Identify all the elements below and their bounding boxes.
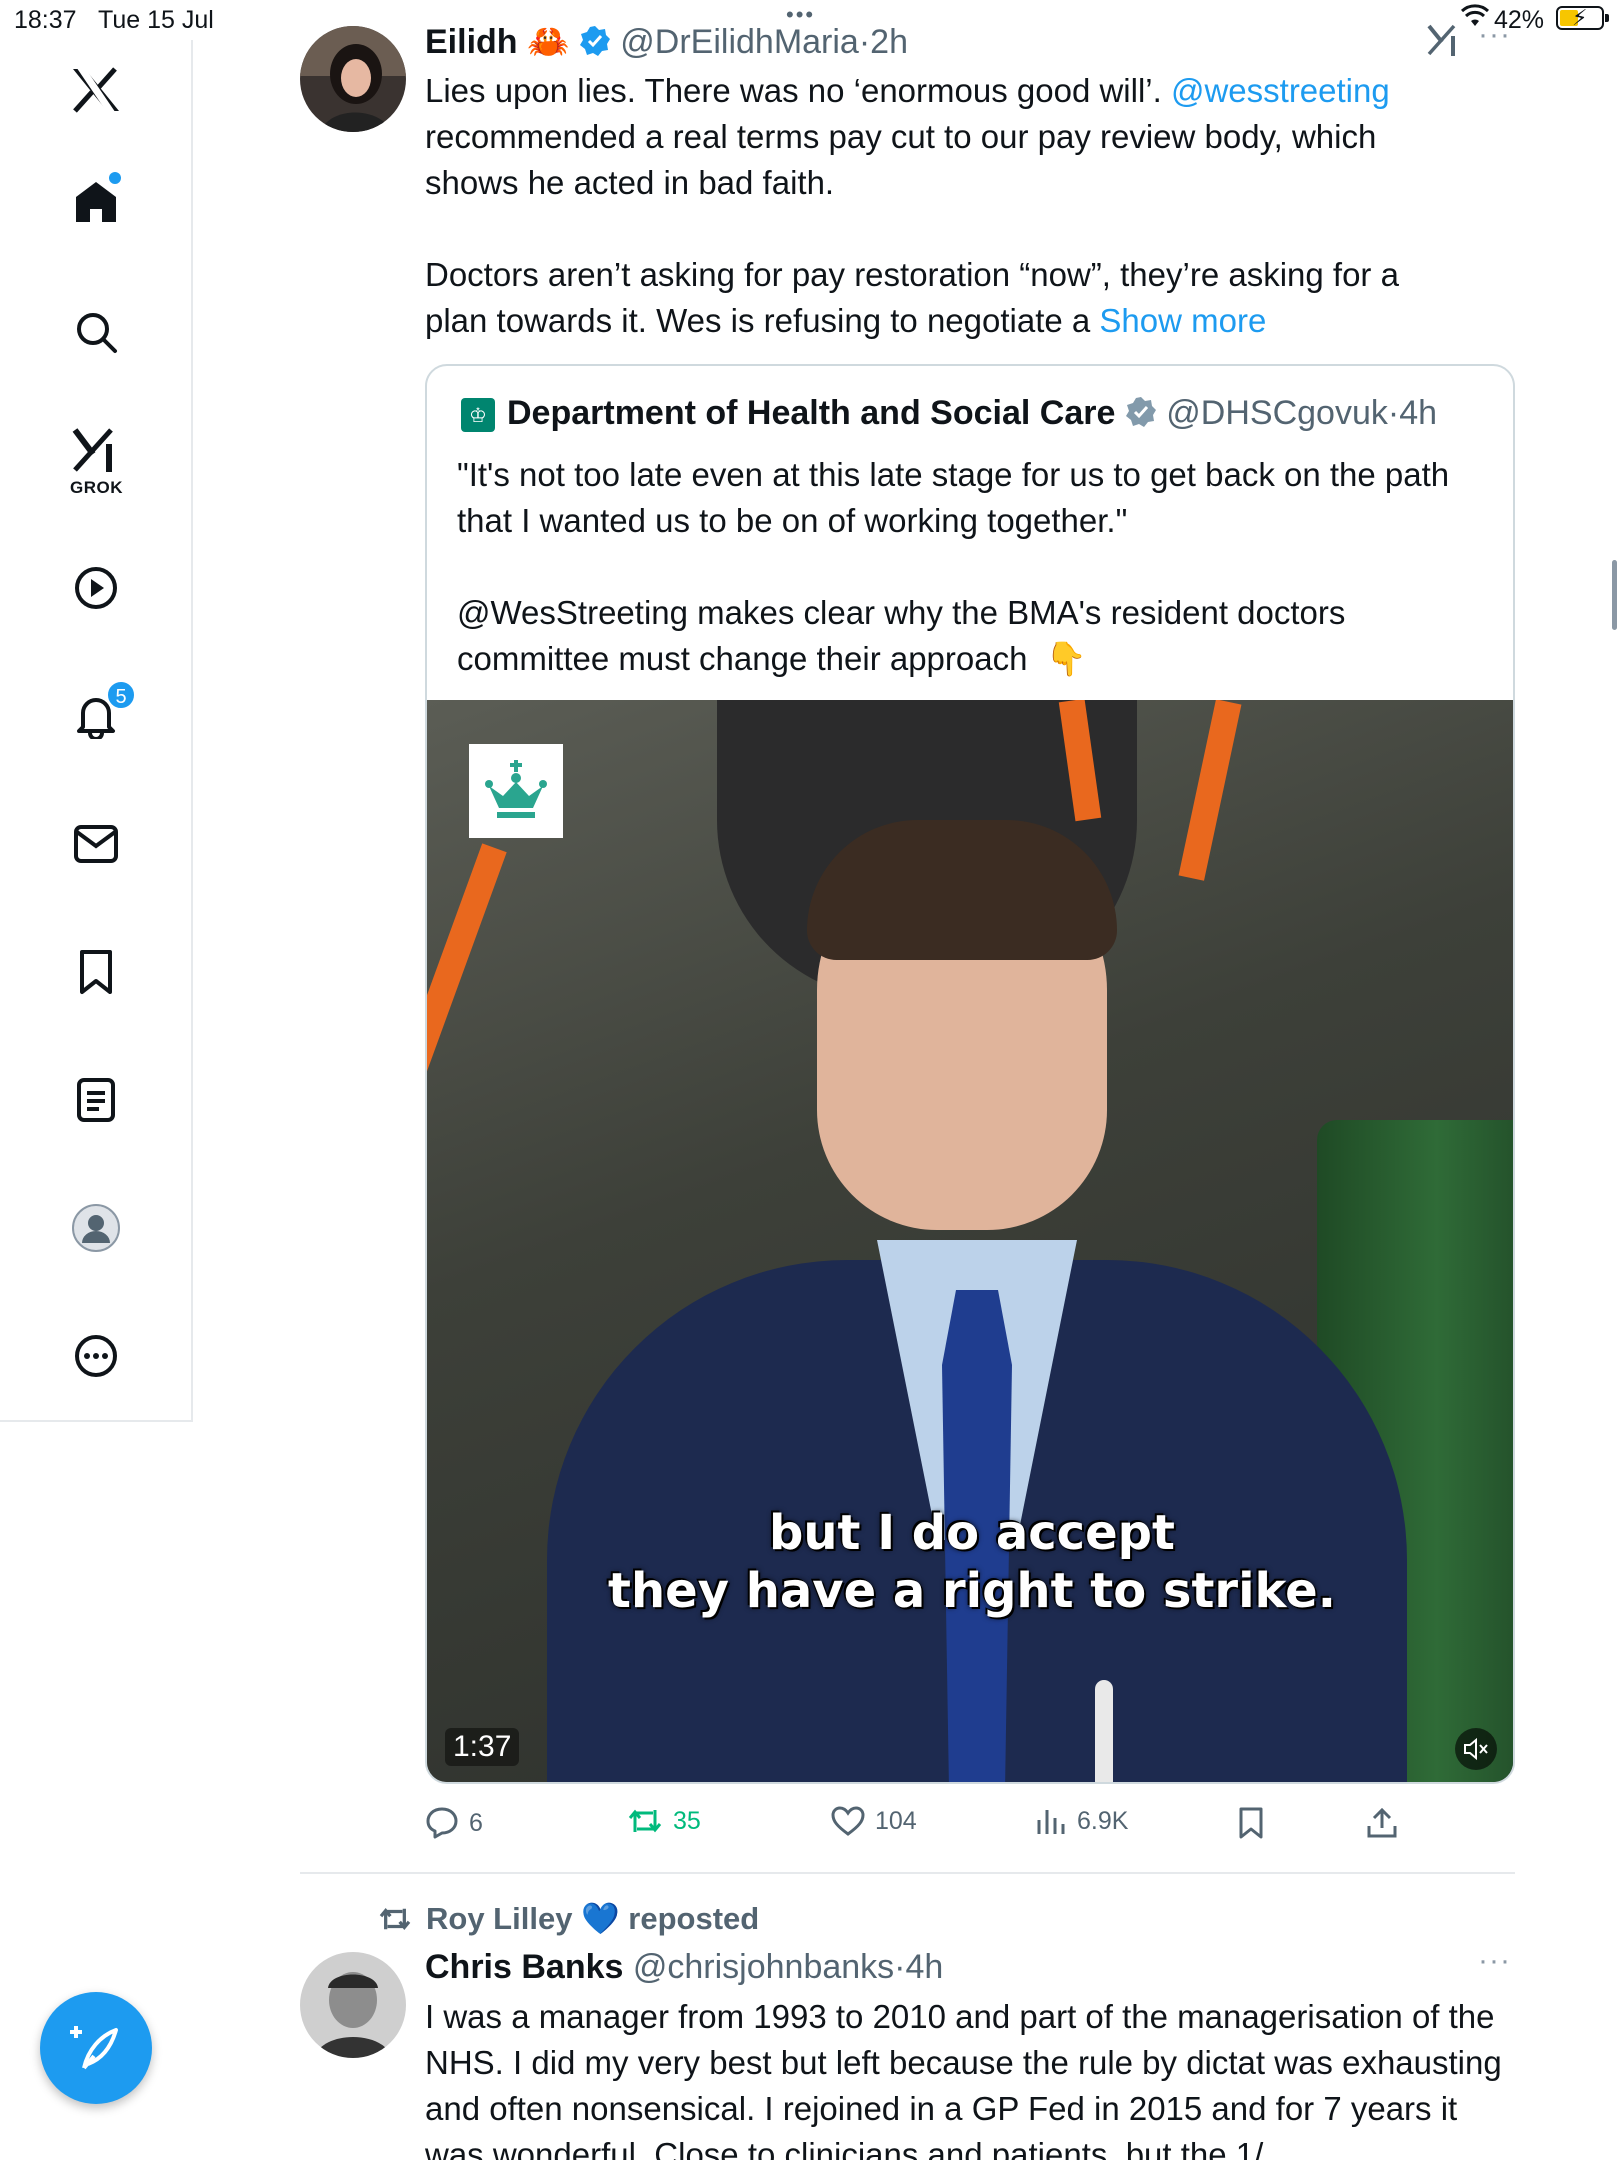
bookmark-button[interactable]: [1237, 1806, 1275, 1840]
tweet2-text: I was a manager from 1993 to 2010 and pa…: [425, 1998, 1502, 2160]
like-count: 104: [875, 1806, 917, 1835]
video-player[interactable]: but I do accept they have a right to str…: [427, 700, 1513, 1782]
tweet1-header: Eilidh 🦀 @DrEilidhMaria·2h: [425, 22, 908, 62]
x-logo-icon[interactable]: [56, 50, 136, 130]
tweet2-handle[interactable]: @chrisjohnbanks: [633, 1948, 894, 1986]
tweet1-handle[interactable]: @DrEilidhMaria: [620, 23, 859, 61]
scroll-indicator[interactable]: [1612, 560, 1617, 630]
avatar-eilidh[interactable]: [300, 26, 406, 132]
reply-count: 6: [469, 1808, 483, 1837]
tweet2-header: Chris Banks @chrisjohnbanks·4h: [425, 1948, 943, 1987]
home-unread-dot: [109, 172, 121, 184]
avatar-chris-banks[interactable]: [300, 1952, 406, 2058]
video-caption-line2: they have a right to strike.: [608, 1563, 1336, 1619]
tweet1-text-p2: Doctors aren’t asking for pay restoratio…: [425, 252, 1465, 344]
show-more-link[interactable]: Show more: [1099, 302, 1266, 339]
tweet1-text-part2: recommended a real terms pay cut to our …: [425, 118, 1377, 201]
battery-icon: ⚡: [1556, 5, 1609, 30]
video-caption-line1: but I do accept: [769, 1505, 1175, 1561]
reply-button[interactable]: 6: [425, 1806, 483, 1840]
tweet2-sep: ·: [894, 1948, 906, 1986]
quote-header: Department of Health and Social Care @DH…: [507, 394, 1437, 433]
reposted-by-name[interactable]: Roy Lilley: [426, 1901, 572, 1937]
more-icon[interactable]: [56, 1316, 136, 1396]
gray-verified-badge-icon: [1125, 394, 1157, 432]
tweet1-author-name[interactable]: Eilidh: [425, 23, 518, 61]
microphone: [1095, 1680, 1113, 1782]
compose-post-button[interactable]: [40, 1992, 152, 2104]
notifications-icon[interactable]: 5: [56, 676, 136, 756]
status-time: 18:37: [14, 6, 77, 34]
tweet-divider: [300, 1872, 1515, 1874]
quoted-tweet-card[interactable]: ♔ Department of Health and Social Care @…: [425, 364, 1515, 1784]
grok-label: GROK: [70, 478, 123, 497]
tweet2-author-name[interactable]: Chris Banks: [425, 1948, 623, 1986]
quote-author-name[interactable]: Department of Health and Social Care: [507, 394, 1115, 432]
tweet1-actions: 6 35 104 6.9K: [425, 1806, 1515, 1850]
quote-time[interactable]: 4h: [1399, 394, 1437, 432]
video-icon[interactable]: [56, 548, 136, 628]
pointing-down-emoji: 👇: [1045, 640, 1087, 677]
crab-emoji: 🦀: [527, 23, 570, 61]
sidebar-divider: [0, 1420, 193, 1422]
tweet1-more-icon[interactable]: ···: [1478, 18, 1511, 52]
repost-context[interactable]: Roy Lilley 💙 reposted: [378, 1900, 759, 1937]
tweet2-time[interactable]: 4h: [906, 1948, 944, 1986]
tweet2-more-icon[interactable]: ···: [1478, 1944, 1511, 1978]
reposted-label: reposted: [628, 1900, 760, 1936]
search-icon[interactable]: [56, 292, 136, 372]
verified-badge-icon: [579, 23, 611, 61]
messages-icon[interactable]: [56, 804, 136, 884]
blue-heart-emoji: 💙: [581, 1901, 620, 1936]
quote-text-p1: "It's not too late even at this late sta…: [457, 456, 1450, 539]
dhsc-crown-icon: ♔: [461, 398, 495, 432]
tweet1-text-part1: Lies upon lies. There was no ‘enormous g…: [425, 72, 1171, 109]
repost-count: 35: [673, 1806, 701, 1835]
tweet1-text: Lies upon lies. There was no ‘enormous g…: [425, 68, 1465, 206]
views-button[interactable]: 6.9K: [1035, 1806, 1128, 1836]
video-duration: 1:37: [445, 1728, 520, 1766]
view-count: 6.9K: [1077, 1806, 1129, 1835]
bookmarks-icon[interactable]: [56, 932, 136, 1012]
repost-button[interactable]: 35: [627, 1806, 701, 1836]
mute-toggle-icon[interactable]: [1455, 1728, 1497, 1770]
government-crest-icon: [469, 744, 563, 838]
quote-sep: ·: [1387, 394, 1400, 432]
lists-icon[interactable]: [56, 1060, 136, 1140]
profile-icon[interactable]: [56, 1188, 136, 1268]
mention-wesstreeting[interactable]: @wesstreeting: [1171, 72, 1390, 109]
quote-text: "It's not too late even at this late sta…: [457, 452, 1497, 682]
home-icon[interactable]: [56, 162, 136, 242]
video-caption: but I do accept they have a right to str…: [427, 1504, 1513, 1620]
quote-handle[interactable]: @DHSCgovuk: [1166, 394, 1388, 432]
tweet1-sep: ·: [858, 23, 871, 61]
notifications-badge: 5: [106, 680, 136, 710]
share-button[interactable]: [1365, 1806, 1409, 1840]
status-date: Tue 15 Jul: [98, 6, 214, 34]
tweet1-time[interactable]: 2h: [870, 23, 908, 61]
like-button[interactable]: 104: [831, 1806, 917, 1836]
speaker-hair: [807, 820, 1117, 960]
grok-explain-icon[interactable]: [1426, 22, 1462, 63]
quote-text-p2: @WesStreeting makes clear why the BMA's …: [457, 594, 1346, 677]
